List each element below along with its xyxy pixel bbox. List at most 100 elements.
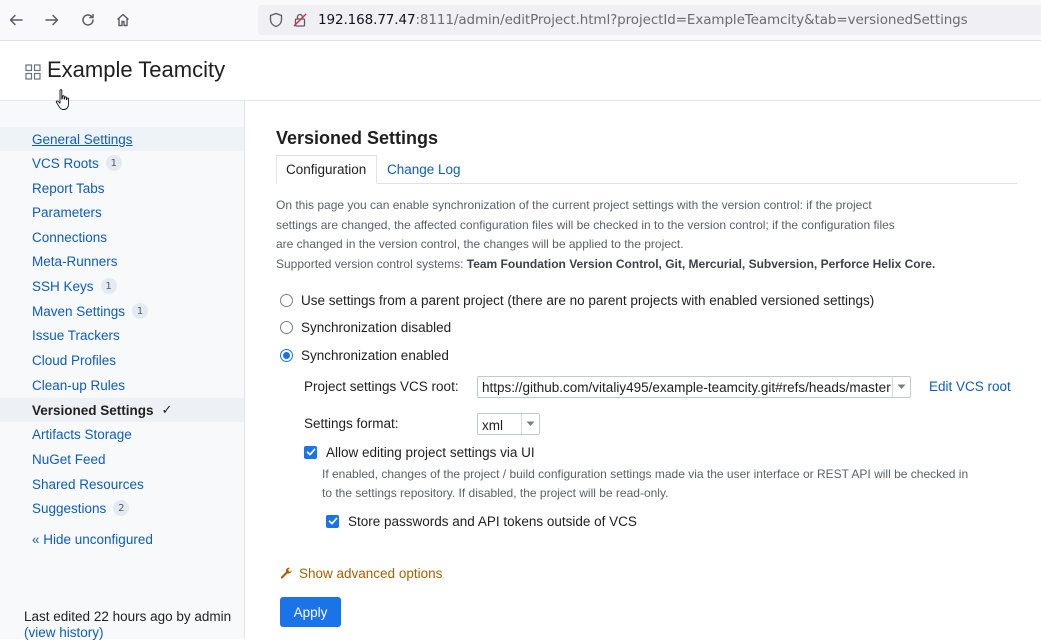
edit-vcs-root-link[interactable]: Edit VCS root — [929, 379, 1011, 394]
allow-editing-checkbox-row[interactable]: Allow editing project settings via UI — [304, 444, 535, 460]
sidebar-item-label: Maven Settings — [32, 303, 126, 319]
settings-sidebar: General Settings VCS Roots 1 Report Tabs… — [0, 101, 245, 639]
show-advanced-label: Show advanced options — [299, 566, 443, 581]
reload-icon — [82, 13, 94, 26]
wrench-icon — [280, 567, 292, 579]
count-badge: 1 — [105, 155, 122, 171]
check-icon — [328, 517, 337, 525]
check-icon — [306, 448, 315, 456]
sidebar-item-issue-trackers[interactable]: Issue Trackers — [0, 323, 244, 347]
supported-systems: Team Foundation Version Control, Git, Me… — [466, 256, 936, 271]
sidebar-item-label: Clean-up Rules — [32, 377, 126, 393]
sidebar-item-label: Connections — [32, 229, 108, 245]
sidebar-item-cloud-profiles[interactable]: Cloud Profiles — [0, 348, 244, 372]
view-history-link[interactable]: (view history) — [24, 625, 104, 640]
vcs-root-select[interactable]: https://github.com/vitaliy495/example-te… — [477, 376, 911, 398]
sidebar-item-versioned-settings[interactable]: Versioned Settings ✓ — [0, 398, 244, 422]
apply-button[interactable]: Apply — [280, 597, 341, 627]
sidebar-item-maven-settings[interactable]: Maven Settings 1 — [0, 299, 244, 323]
sidebar-item-clean-up-rules[interactable]: Clean-up Rules — [0, 373, 244, 397]
last-edited-time: 22 hours ago — [93, 609, 173, 624]
count-badge: 1 — [132, 303, 149, 319]
project-grid-icon — [25, 64, 41, 80]
hint-line: If enabled, changes of the project / bui… — [322, 467, 969, 481]
tab-change-log[interactable]: Change Log — [387, 155, 461, 184]
vcs-root-value: https://github.com/vitaliy495/example-te… — [482, 380, 891, 395]
sidebar-item-label: NuGet Feed — [32, 451, 106, 467]
description-line: are changed in the version control, the … — [276, 237, 684, 251]
forward-button[interactable] — [40, 8, 64, 32]
settings-format-value: xml — [482, 418, 503, 433]
sidebar-item-label: General Settings — [32, 131, 133, 147]
radio-button[interactable] — [280, 320, 293, 334]
back-icon — [9, 14, 23, 26]
tab-bar: Configuration Change Log — [276, 155, 1036, 184]
tab-configuration[interactable]: Configuration — [276, 155, 377, 184]
radio-label: Synchronization enabled — [301, 347, 449, 363]
hint-line: to the settings repository. If disabled,… — [322, 486, 669, 500]
sidebar-item-connections[interactable]: Connections — [0, 225, 244, 249]
sidebar-item-meta-runners[interactable]: Meta-Runners — [0, 249, 244, 273]
sidebar-item-report-tabs[interactable]: Report Tabs — [0, 176, 244, 200]
url-text[interactable]: 192.168.77.47:8111/admin/editProject.htm… — [318, 12, 968, 28]
forward-icon — [45, 14, 59, 26]
address-bar[interactable]: 192.168.77.47:8111/admin/editProject.htm… — [258, 5, 1041, 35]
page-title[interactable]: Example Teamcity — [47, 57, 225, 83]
sidebar-item-label: Parameters — [32, 204, 102, 220]
sidebar-item-label: Issue Trackers — [32, 327, 120, 343]
radio-label: Use settings from a parent project (ther… — [301, 292, 875, 308]
sidebar-item-artifacts-storage[interactable]: Artifacts Storage — [0, 422, 244, 446]
browser-toolbar: 192.168.77.47:8111/admin/editProject.htm… — [0, 0, 1041, 41]
sidebar-item-ssh-keys[interactable]: SSH Keys 1 — [0, 274, 244, 298]
supported-systems-line: Supported version control systems: Team … — [276, 255, 936, 275]
sidebar-item-general-settings[interactable]: General Settings — [0, 127, 244, 151]
sidebar-item-label: SSH Keys — [32, 278, 94, 294]
reload-button[interactable] — [76, 8, 100, 32]
sidebar-item-label: Versioned Settings — [32, 402, 154, 418]
insecure-lock-icon[interactable] — [292, 12, 308, 28]
allow-editing-checkbox[interactable] — [304, 445, 317, 459]
sidebar-item-parameters[interactable]: Parameters — [0, 200, 244, 224]
count-badge: 2 — [113, 500, 130, 516]
sidebar-item-vcs-roots[interactable]: VCS Roots 1 — [0, 151, 244, 175]
sidebar-item-label: Meta-Runners — [32, 253, 118, 269]
last-edited-info: Last edited 22 hours ago by admin (view … — [24, 609, 244, 641]
radio-button[interactable] — [280, 293, 293, 307]
show-advanced-options-link[interactable]: Show advanced options — [280, 566, 442, 581]
shield-icon[interactable] — [268, 12, 284, 28]
sidebar-item-label: VCS Roots — [32, 155, 99, 171]
home-button[interactable] — [111, 8, 135, 32]
last-edited-by: by admin — [176, 609, 232, 624]
back-button[interactable] — [4, 8, 28, 32]
store-passwords-checkbox[interactable] — [326, 514, 339, 528]
description-text: On this page you can enable synchronizat… — [276, 196, 936, 274]
store-passwords-label: Store passwords and API tokens outside o… — [348, 513, 637, 529]
home-icon — [117, 13, 129, 27]
radio-sync-enabled[interactable]: Synchronization enabled — [280, 346, 449, 364]
sidebar-item-label: Shared Resources — [32, 476, 144, 492]
hand-cursor-icon — [55, 89, 69, 110]
store-passwords-checkbox-row[interactable]: Store passwords and API tokens outside o… — [326, 513, 637, 529]
description-line: On this page you can enable synchronizat… — [276, 198, 872, 212]
vcs-root-label: Project settings VCS root: — [304, 379, 459, 394]
allow-editing-label: Allow editing project settings via UI — [326, 444, 535, 460]
count-badge: 1 — [100, 278, 117, 294]
sidebar-item-label: Cloud Profiles — [32, 352, 117, 368]
radio-use-parent-settings[interactable]: Use settings from a parent project (ther… — [280, 291, 874, 309]
hide-unconfigured-link[interactable]: « Hide unconfigured — [32, 532, 153, 547]
sidebar-item-nuget-feed[interactable]: NuGet Feed — [0, 447, 244, 471]
radio-sync-disabled[interactable]: Synchronization disabled — [280, 318, 451, 336]
tab-divider — [377, 183, 1017, 184]
sidebar-item-shared-resources[interactable]: Shared Resources — [0, 472, 244, 496]
check-icon: ✓ — [161, 402, 173, 418]
allow-editing-hint: If enabled, changes of the project / bui… — [322, 465, 972, 503]
radio-button[interactable] — [280, 348, 293, 362]
dropdown-arrow-icon — [521, 414, 539, 434]
supported-prefix: Supported version control systems: — [276, 256, 464, 271]
sidebar-item-suggestions[interactable]: Suggestions 2 — [0, 496, 244, 520]
settings-format-select[interactable]: xml — [477, 413, 540, 435]
sidebar-item-label: Suggestions — [32, 500, 107, 516]
description-line: settings are changed, the affected confi… — [276, 217, 895, 232]
last-edited-prefix: Last edited — [24, 609, 91, 624]
section-title: Versioned Settings — [276, 128, 439, 148]
